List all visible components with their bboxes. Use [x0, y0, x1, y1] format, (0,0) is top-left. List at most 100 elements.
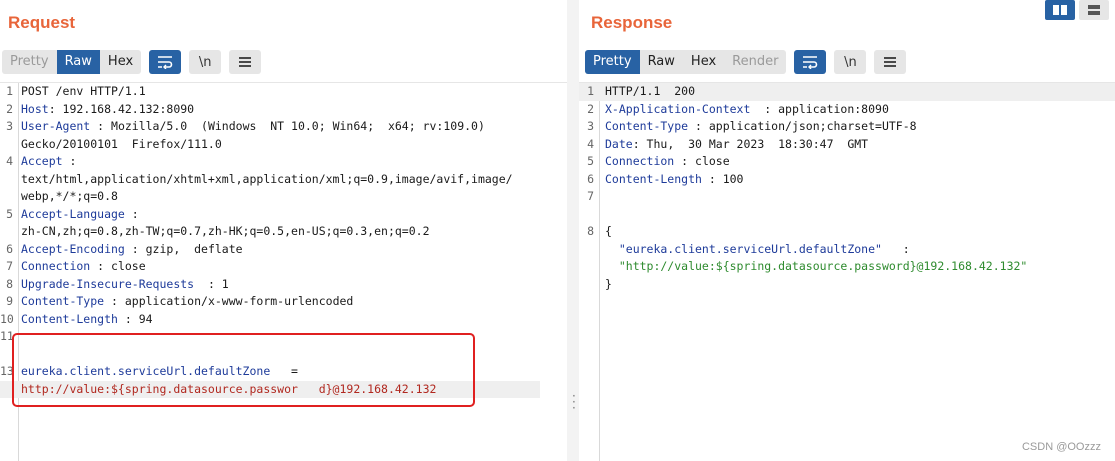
code-line: text/html,application/xhtml+xml,applicat…: [0, 171, 567, 189]
response-tab-raw[interactable]: Raw: [640, 50, 683, 74]
response-toolbar: Pretty Raw Hex Render \n: [585, 50, 914, 74]
code-line: zh-CN,zh;q=0.8,zh-TW;q=0.7,zh-HK;q=0.5,e…: [0, 223, 567, 241]
line-content: "http://value:${spring.datasource.passwo…: [605, 258, 1028, 276]
hamburger-icon: [239, 57, 252, 67]
hamburger-icon: [884, 57, 897, 67]
splitter-handle-icon[interactable]: · · ·: [572, 390, 576, 414]
code-line: 6 Content-Length : 100: [579, 171, 1115, 189]
code-line: "eureka.client.serviceUrl.defaultZone" :: [579, 241, 1115, 259]
line-number: 4: [6, 154, 13, 168]
response-tab-pretty[interactable]: Pretty: [585, 50, 640, 74]
line-content: Accept-Language :: [21, 206, 139, 224]
line-content: text/html,application/xhtml+xml,applicat…: [21, 171, 513, 189]
code-line: 7: [579, 188, 1115, 206]
header-name: X-Application-Context: [605, 101, 751, 116]
header-value: : 100: [701, 171, 744, 186]
request-wrap-lines-button[interactable]: [149, 50, 182, 74]
rows-icon: [1088, 5, 1100, 15]
line-number: 6: [587, 171, 594, 186]
line-text: {: [605, 224, 612, 238]
line-text: text/html,application/xhtml+xml,applicat…: [21, 171, 513, 186]
response-editor[interactable]: 1 HTTP/1.1 200 2 X-Application-Context : ap…: [579, 82, 1115, 461]
code-line: 5 Accept-Language :: [0, 206, 567, 224]
line-content: Content-Length : 100: [605, 171, 743, 189]
response-newline-button[interactable]: \n: [834, 50, 867, 74]
line-number: 7: [587, 189, 594, 203]
line-text: }: [605, 276, 612, 291]
header-name: Connection: [21, 259, 91, 273]
response-wrap-lines-button[interactable]: [794, 50, 827, 74]
code-line: 3 User-Agent : Mozilla/5.0 (Windows NT 10…: [0, 118, 567, 136]
header-value: : 94: [117, 311, 153, 326]
code-line: 10 Content-Length : 94: [0, 311, 567, 329]
wrap-lines-icon: [158, 56, 173, 69]
wrap-lines-icon: [803, 56, 818, 69]
request-title: Request: [8, 13, 76, 32]
line-content: User-Agent : Mozilla/5.0 (Windows NT 10.…: [21, 118, 485, 136]
line-content: webp,*/*;q=0.8: [21, 188, 118, 206]
highlight-box: [12, 333, 475, 407]
header-name: Accept: [21, 154, 63, 168]
header-name: Content-Type: [605, 119, 689, 133]
line-number: 6: [6, 241, 13, 256]
request-newline-button[interactable]: \n: [189, 50, 222, 74]
code-line: 2 X-Application-Context : application:809…: [579, 101, 1115, 119]
line-text: webp,*/*;q=0.8: [21, 189, 118, 203]
line-content: "eureka.client.serviceUrl.defaultZone" :: [605, 241, 910, 259]
header-value: :: [62, 154, 77, 168]
code-line: 9 Content-Type : application/x-www-form-u…: [0, 293, 567, 311]
line-content: Connection : close: [21, 258, 146, 276]
response-tab-hex[interactable]: Hex: [683, 50, 724, 74]
code-line: webp,*/*;q=0.8: [0, 188, 567, 206]
code-line: 6 Accept-Encoding : gzip, deflate: [0, 241, 567, 259]
header-name: Content-Type: [21, 294, 105, 308]
header-name: Accept-Language: [21, 206, 125, 221]
header-name: Upgrade-Insecure-Requests: [21, 276, 195, 291]
header-value: :: [881, 241, 910, 256]
line-content: {: [605, 223, 612, 241]
watermark: CSDN @OOzzz: [1021, 441, 1101, 453]
line-number: 4: [587, 136, 594, 151]
line-number: 10: [0, 311, 14, 326]
line-number: 1: [587, 84, 594, 98]
line-number: 3: [587, 119, 594, 133]
line-text: Gecko/20100101 Firefox/111.0: [21, 136, 222, 151]
line-content: }: [605, 276, 612, 294]
header-value: : application/x-www-form-urlencoded: [104, 294, 354, 308]
line-content: Host: 192.168.42.132:8090: [21, 101, 194, 119]
line-text: HTTP/1.1 200: [605, 84, 696, 98]
line-number: 5: [6, 206, 13, 221]
request-tab-hex[interactable]: Hex: [100, 50, 141, 74]
line-content: Content-Type : application/json;charset=…: [605, 118, 917, 136]
header-name: Connection: [605, 154, 675, 168]
line-number: 1: [6, 84, 13, 98]
line-number: 2: [587, 101, 594, 116]
code-line: Gecko/20100101 Firefox/111.0: [0, 136, 567, 154]
line-text: zh-CN,zh;q=0.8,zh-TW;q=0.7,zh-HK;q=0.5,e…: [21, 224, 430, 238]
line-content: Gecko/20100101 Firefox/111.0: [21, 136, 222, 154]
request-tab-pretty[interactable]: Pretty: [2, 50, 57, 74]
response-tab-render[interactable]: Render: [724, 50, 786, 74]
code-line: 8 Upgrade-Insecure-Requests : 1: [0, 276, 567, 294]
code-line: 4 Date: Thu, 30 Mar 2023 18:30:47 GMT: [579, 136, 1115, 154]
split-horizontal-button[interactable]: [1045, 0, 1075, 20]
header-name: Content-Length: [21, 311, 118, 326]
line-content: Content-Type : application/x-www-form-ur…: [21, 293, 353, 311]
header-name: Accept-Encoding: [21, 241, 125, 256]
line-number: 5: [587, 154, 594, 168]
request-menu-button[interactable]: [229, 50, 262, 74]
columns-icon: [1053, 5, 1067, 15]
code-line: 4 Accept :: [0, 153, 567, 171]
line-number: 7: [6, 259, 13, 273]
line-number: 8: [587, 224, 594, 238]
split-vertical-button[interactable]: [1079, 0, 1109, 20]
code-line: 1 POST /env HTTP/1.1: [0, 83, 567, 101]
line-content: Content-Length : 94: [21, 311, 153, 329]
line-content: Date: Thu, 30 Mar 2023 18:30:47 GMT: [605, 136, 868, 154]
response-menu-button[interactable]: [874, 50, 907, 74]
line-number: 2: [6, 101, 13, 116]
line-content: Upgrade-Insecure-Requests : 1: [21, 276, 229, 294]
request-tab-raw[interactable]: Raw: [56, 50, 100, 74]
line-content: Connection : close: [605, 153, 730, 171]
